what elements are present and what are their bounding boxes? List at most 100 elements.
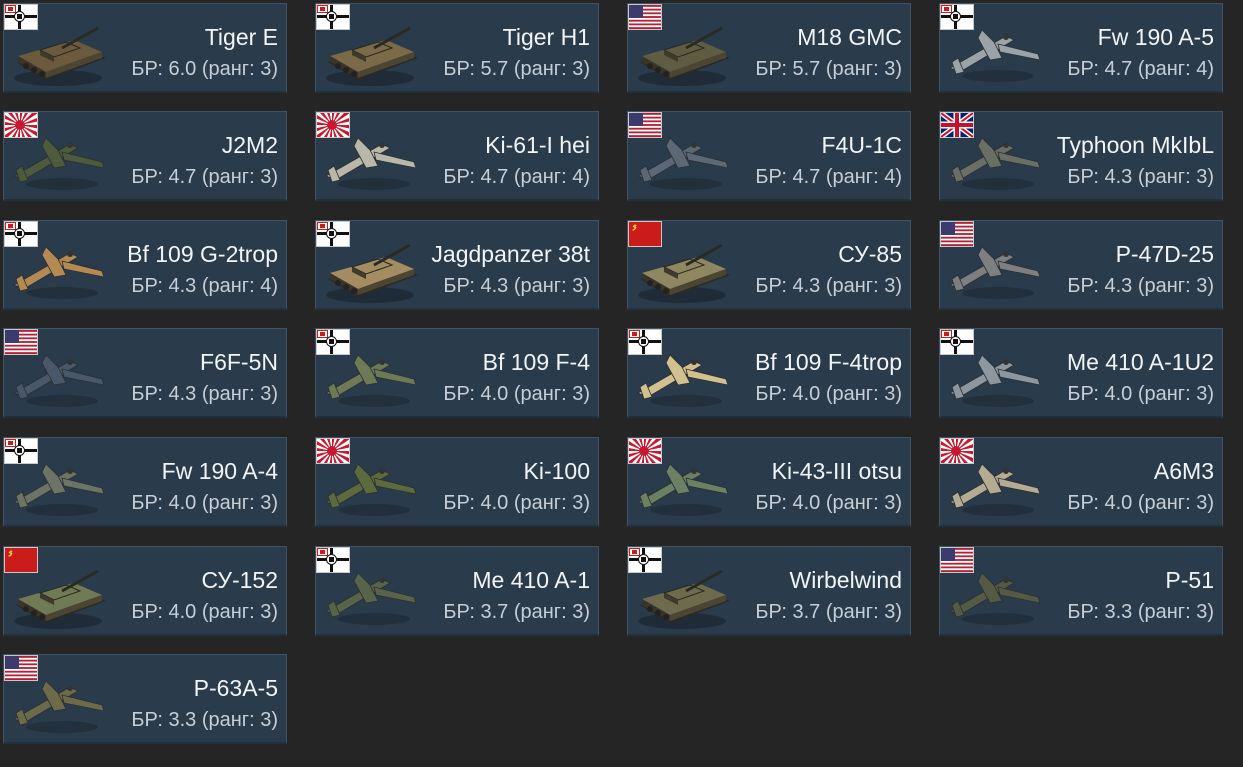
vehicle-card[interactable]: Bf 109 G-2trop БР: 4.3 (ранг: 4) — [3, 220, 287, 310]
usa-flag-icon — [4, 655, 38, 681]
vehicle-card[interactable]: J2M2 БР: 4.7 (ранг: 3) — [3, 111, 287, 201]
vehicle-card[interactable]: Fw 190 A-5 БР: 4.7 (ранг: 4) — [939, 3, 1223, 93]
battle-rating: БР: 4.0 (ранг: 3) — [443, 492, 590, 514]
vehicle-card[interactable]: Ki-43-III otsu БР: 4.0 (ранг: 3) — [627, 437, 911, 527]
vehicle-card[interactable]: M18 GMC БР: 5.7 (ранг: 3) — [627, 3, 911, 93]
vehicle-name: Bf 109 F-4 — [482, 349, 590, 375]
vehicle-card[interactable]: Bf 109 F-4 БР: 4.0 (ранг: 3) — [315, 328, 599, 418]
battle-rating: БР: 4.0 (ранг: 3) — [1067, 383, 1214, 405]
battle-rating: БР: 5.7 (ранг: 3) — [755, 58, 902, 80]
vehicle-name: Ki-61-I hei — [485, 132, 590, 158]
battle-rating: БР: 4.3 (ранг: 3) — [131, 383, 278, 405]
germany-flag-icon — [316, 4, 350, 30]
vehicle-card[interactable]: Me 410 A-1 БР: 3.7 (ранг: 3) — [315, 546, 599, 636]
usa-flag-icon — [628, 4, 662, 30]
usa-flag-icon — [940, 547, 974, 573]
battle-rating: БР: 4.7 (ранг: 4) — [755, 166, 902, 188]
germany-flag-icon — [316, 221, 350, 247]
battle-rating: БР: 4.0 (ранг: 3) — [131, 492, 278, 514]
vehicle-card[interactable]: Fw 190 A-4 БР: 4.0 (ранг: 3) — [3, 437, 287, 527]
vehicle-name: Ki-100 — [523, 458, 590, 484]
battle-rating: БР: 4.0 (ранг: 3) — [1067, 492, 1214, 514]
vehicle-name: M18 GMC — [797, 24, 902, 50]
vehicle-card[interactable]: СУ-85 БР: 4.3 (ранг: 3) — [627, 220, 911, 310]
vehicle-name: Typhoon MkIbL — [1056, 132, 1214, 158]
vehicle-card[interactable]: Tiger E БР: 6.0 (ранг: 3) — [3, 3, 287, 93]
vehicle-card[interactable]: F6F-5N БР: 4.3 (ранг: 3) — [3, 328, 287, 418]
japan-flag-icon — [4, 112, 38, 138]
vehicle-name: Jagdpanzer 38t — [431, 241, 590, 267]
vehicle-card[interactable]: Ki-61-I hei БР: 4.7 (ранг: 4) — [315, 111, 599, 201]
germany-flag-icon — [628, 547, 662, 573]
battle-rating: БР: 4.7 (ранг: 4) — [1067, 58, 1214, 80]
vehicle-name: СУ-152 — [201, 567, 279, 593]
uk-flag-icon — [940, 112, 974, 138]
japan-flag-icon — [316, 438, 350, 464]
vehicle-name: P-63A-5 — [193, 675, 278, 701]
vehicle-name: P-51 — [1165, 567, 1214, 593]
vehicle-name: F4U-1C — [821, 132, 902, 158]
battle-rating: БР: 3.7 (ранг: 3) — [755, 601, 902, 623]
usa-flag-icon — [940, 221, 974, 247]
vehicle-grid: Tiger E БР: 6.0 (ранг: 3) Tiger H1 БР: 5.7… — [0, 0, 1243, 767]
battle-rating: БР: 4.0 (ранг: 3) — [755, 383, 902, 405]
germany-flag-icon — [940, 329, 974, 355]
vehicle-card[interactable]: P-51 БР: 3.3 (ранг: 3) — [939, 546, 1223, 636]
vehicle-card[interactable]: Jagdpanzer 38t БР: 4.3 (ранг: 3) — [315, 220, 599, 310]
battle-rating: БР: 4.0 (ранг: 3) — [755, 492, 902, 514]
vehicle-name: P-47D-25 — [1115, 241, 1214, 267]
vehicle-card[interactable]: Me 410 A-1U2 БР: 4.0 (ранг: 3) — [939, 328, 1223, 418]
battle-rating: БР: 4.3 (ранг: 3) — [1067, 166, 1214, 188]
vehicle-name: Fw 190 A-4 — [161, 458, 278, 484]
japan-flag-icon — [940, 438, 974, 464]
vehicle-card[interactable]: Typhoon MkIbL БР: 4.3 (ранг: 3) — [939, 111, 1223, 201]
vehicle-name: Bf 109 F-4trop — [754, 349, 902, 375]
vehicle-card[interactable]: Ki-100 БР: 4.0 (ранг: 3) — [315, 437, 599, 527]
ussr-flag-icon — [628, 221, 662, 247]
usa-flag-icon — [628, 112, 662, 138]
vehicle-card[interactable]: F4U-1C БР: 4.7 (ранг: 4) — [627, 111, 911, 201]
battle-rating: БР: 3.3 (ранг: 3) — [1067, 601, 1214, 623]
vehicle-card[interactable]: Bf 109 F-4trop БР: 4.0 (ранг: 3) — [627, 328, 911, 418]
vehicle-name: Me 410 A-1 — [472, 567, 590, 593]
vehicle-name: Ki-43-III otsu — [771, 458, 902, 484]
vehicle-name: СУ-85 — [838, 241, 902, 267]
vehicle-name: F6F-5N — [200, 349, 278, 375]
vehicle-name: A6M3 — [1153, 458, 1214, 484]
battle-rating: БР: 4.0 (ранг: 3) — [131, 601, 278, 623]
vehicle-card[interactable]: P-47D-25 БР: 4.3 (ранг: 3) — [939, 220, 1223, 310]
battle-rating: БР: 4.7 (ранг: 4) — [443, 166, 590, 188]
vehicle-card[interactable]: A6M3 БР: 4.0 (ранг: 3) — [939, 437, 1223, 527]
vehicle-name: Bf 109 G-2trop — [127, 241, 278, 267]
vehicle-name: Tiger H1 — [502, 24, 590, 50]
vehicle-name: J2M2 — [221, 132, 278, 158]
germany-flag-icon — [4, 4, 38, 30]
vehicle-name: Tiger E — [204, 24, 278, 50]
vehicle-name: Fw 190 A-5 — [1097, 24, 1214, 50]
usa-flag-icon — [4, 329, 38, 355]
germany-flag-icon — [316, 547, 350, 573]
battle-rating: БР: 4.3 (ранг: 3) — [443, 275, 590, 297]
vehicle-card[interactable]: Wirbelwind БР: 3.7 (ранг: 3) — [627, 546, 911, 636]
japan-flag-icon — [316, 112, 350, 138]
battle-rating: БР: 4.3 (ранг: 3) — [755, 275, 902, 297]
vehicle-card[interactable]: СУ-152 БР: 4.0 (ранг: 3) — [3, 546, 287, 636]
vehicle-card[interactable]: Tiger H1 БР: 5.7 (ранг: 3) — [315, 3, 599, 93]
vehicle-name: Me 410 A-1U2 — [1066, 349, 1214, 375]
vehicle-name: Wirbelwind — [789, 567, 902, 593]
battle-rating: БР: 4.3 (ранг: 3) — [1067, 275, 1214, 297]
japan-flag-icon — [628, 438, 662, 464]
germany-flag-icon — [4, 221, 38, 247]
battle-rating: БР: 3.3 (ранг: 3) — [131, 709, 278, 731]
battle-rating: БР: 4.7 (ранг: 3) — [131, 166, 278, 188]
battle-rating: БР: 5.7 (ранг: 3) — [443, 58, 590, 80]
battle-rating: БР: 4.0 (ранг: 3) — [443, 383, 590, 405]
germany-flag-icon — [4, 438, 38, 464]
vehicle-card[interactable]: P-63A-5 БР: 3.3 (ранг: 3) — [3, 654, 287, 744]
ussr-flag-icon — [4, 547, 38, 573]
battle-rating: БР: 4.3 (ранг: 4) — [131, 275, 278, 297]
battle-rating: БР: 6.0 (ранг: 3) — [131, 58, 278, 80]
germany-flag-icon — [940, 4, 974, 30]
germany-flag-icon — [628, 329, 662, 355]
germany-flag-icon — [316, 329, 350, 355]
